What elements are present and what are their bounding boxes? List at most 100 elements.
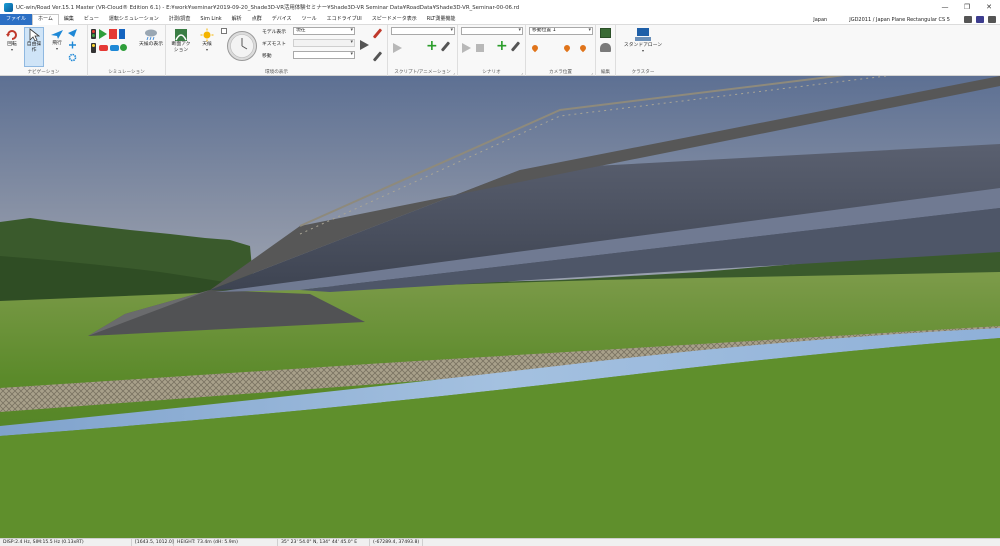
settings-icon[interactable] bbox=[988, 16, 996, 23]
scenario-combo[interactable] bbox=[461, 27, 523, 35]
menu-sim-link[interactable]: Sim Link bbox=[195, 14, 226, 25]
add-location-pin-icon[interactable] bbox=[562, 43, 572, 53]
menu-tools[interactable]: ツール bbox=[297, 14, 322, 25]
app-logo-icon bbox=[4, 2, 13, 12]
rotate-button[interactable]: 回転 ▾ bbox=[3, 28, 21, 52]
move-combo[interactable] bbox=[293, 51, 355, 59]
group-script-animation: + スクリプト/アニメーション ⌟ bbox=[388, 25, 458, 76]
play-icon[interactable] bbox=[360, 40, 369, 50]
menu-file[interactable]: ファイル bbox=[0, 13, 33, 25]
fly-button[interactable]: 飛行 ▾ bbox=[48, 28, 66, 51]
window-controls: — ❐ ✕ bbox=[934, 0, 1000, 14]
rain-cloud-icon bbox=[145, 29, 157, 41]
monitor-icon[interactable] bbox=[964, 16, 972, 23]
play-script-icon[interactable] bbox=[393, 43, 402, 53]
play-scenario-icon[interactable] bbox=[462, 43, 471, 53]
location-pin-icon[interactable] bbox=[530, 43, 540, 53]
pan-icon[interactable] bbox=[68, 41, 77, 49]
menu-measure[interactable]: 計測/調査 bbox=[164, 14, 196, 25]
group-label-edit: 編集 bbox=[600, 70, 611, 75]
gear-icon[interactable] bbox=[68, 53, 77, 62]
scene-render bbox=[0, 76, 1000, 538]
clock-icon[interactable] bbox=[226, 30, 258, 62]
play-icon[interactable] bbox=[99, 29, 107, 39]
weather-display-button[interactable]: 天候の表示 bbox=[138, 28, 164, 48]
close-button[interactable]: ✕ bbox=[978, 0, 1000, 14]
group-label-camera-position: カメラ位置 bbox=[549, 70, 572, 75]
menu-rlt-survey[interactable]: RLT測量機能 bbox=[422, 14, 461, 25]
dialog-launcher-icon[interactable]: ⌟ bbox=[591, 70, 593, 75]
minimize-button[interactable]: — bbox=[934, 0, 956, 14]
3d-viewport[interactable] bbox=[0, 76, 1000, 538]
record-icon[interactable] bbox=[109, 29, 117, 39]
menu-device[interactable]: デバイス bbox=[267, 14, 297, 25]
gizmo-combo[interactable] bbox=[293, 39, 355, 47]
group-cluster: スタンドアローン ▾ クラスター bbox=[616, 25, 670, 76]
app-window: UC-win/Road Ver.15.1 Master (VR-Cloud® E… bbox=[0, 0, 1000, 546]
flag-icon[interactable] bbox=[119, 29, 125, 39]
cursor-icon bbox=[29, 28, 40, 42]
model-display-label: モデル表示 bbox=[262, 30, 286, 35]
menu-view[interactable]: ビュー bbox=[79, 14, 104, 25]
weather-button[interactable]: 天候 ▾ bbox=[197, 28, 217, 52]
computer-network-icon bbox=[635, 28, 651, 41]
group-simulation: 天候の表示 シミュレーション bbox=[88, 25, 166, 76]
bus-icon[interactable] bbox=[110, 45, 119, 51]
group-label-scenario: シナリオ bbox=[482, 70, 501, 75]
status-height: HEIGHT: 73.4m (dH: 5.9m) bbox=[174, 539, 278, 546]
group-navigation: 回転 ▾ 自由操作 飛行 ▾ ナビゲーション bbox=[0, 25, 88, 76]
add-script-icon[interactable]: + bbox=[426, 39, 438, 53]
edit-red-pencil-icon[interactable] bbox=[372, 28, 383, 39]
menu-bar: ファイル ホーム 編集 ビュー 運転シミュレーション 計測/調査 Sim Lin… bbox=[0, 13, 1000, 25]
model-display-combo[interactable]: 現在 bbox=[293, 27, 355, 35]
chevron-down-icon: ▾ bbox=[10, 47, 13, 52]
group-camera-position: 移動位置 1 カメラ位置 ⌟ bbox=[526, 25, 596, 76]
person-icon[interactable] bbox=[120, 44, 127, 51]
rotate-icon bbox=[6, 30, 17, 40]
menu-home[interactable]: ホーム bbox=[32, 13, 59, 25]
edit-script-icon[interactable] bbox=[440, 41, 451, 52]
dialog-launcher-icon[interactable]: ⌟ bbox=[521, 70, 523, 75]
edit-pencil-icon[interactable] bbox=[372, 51, 383, 62]
group-scenario: + シナリオ ⌟ bbox=[458, 25, 526, 76]
menu-analysis[interactable]: 解析 bbox=[227, 14, 247, 25]
chevron-down-icon: ▾ bbox=[55, 46, 58, 51]
free-operation-button[interactable]: 自由操作 bbox=[24, 27, 44, 67]
chevron-down-icon: ▾ bbox=[641, 48, 644, 53]
group-environment-display: 断面アクション 天候 ▾ モデル表示 現在 ギズモスト 移動 bbox=[166, 25, 388, 76]
signal-icon[interactable] bbox=[91, 43, 96, 53]
add-scenario-icon[interactable]: + bbox=[496, 39, 508, 53]
model-edit-icon[interactable] bbox=[600, 43, 611, 52]
title-bar: UC-win/Road Ver.15.1 Master (VR-Cloud® E… bbox=[0, 0, 1000, 14]
menu-point-cloud[interactable]: 点群 bbox=[247, 14, 267, 25]
remove-location-pin-icon[interactable] bbox=[578, 43, 588, 53]
script-combo[interactable] bbox=[391, 27, 455, 35]
status-frame-rate: DISP:2.4 Hz, SIM:15.5 Hz (0.13xRT) bbox=[0, 539, 132, 546]
status-screen-xy: [1643.5, 1012.0] bbox=[132, 539, 174, 546]
ribbon: 回転 ▾ 自由操作 飛行 ▾ ナビゲーション 天候の表示 シミュレーション 断面… bbox=[0, 25, 1000, 76]
menu-speedometer[interactable]: スピードメータ表示 bbox=[367, 14, 422, 25]
window-title: UC-win/Road Ver.15.1 Master (VR-Cloud® E… bbox=[16, 5, 520, 11]
terrain-edit-icon[interactable] bbox=[600, 28, 611, 38]
camera-position-combo[interactable]: 移動位置 1 bbox=[529, 27, 593, 35]
walk-icon[interactable] bbox=[68, 29, 77, 37]
menu-eco-drive[interactable]: エコドライブUI bbox=[322, 14, 367, 25]
stop-scenario-icon[interactable] bbox=[476, 44, 484, 52]
dialog-launcher-icon[interactable]: ⌟ bbox=[453, 70, 455, 75]
region-label: Japan bbox=[813, 16, 828, 23]
standalone-button[interactable]: スタンドアローン ▾ bbox=[620, 27, 666, 53]
menu-edit[interactable]: 編集 bbox=[59, 14, 79, 25]
maximize-button[interactable]: ❐ bbox=[956, 0, 978, 14]
cross-section-action-button[interactable]: 断面アクション bbox=[169, 28, 193, 54]
coord-system-label: JGD2011 / Japan Plane Rectangular CS 5 bbox=[849, 16, 950, 23]
status-bar: DISP:2.4 Hz, SIM:15.5 Hz (0.13xRT) [1643… bbox=[0, 538, 1000, 546]
edit-scenario-icon[interactable] bbox=[510, 41, 521, 52]
save-icon[interactable] bbox=[976, 16, 984, 23]
traffic-light-icon[interactable] bbox=[91, 29, 96, 39]
group-label-script-animation: スクリプト/アニメーション bbox=[394, 70, 451, 75]
menu-driving-sim[interactable]: 運転シミュレーション bbox=[104, 14, 164, 25]
status-latlon: 35° 23' 54.0" N, 134° 44' 45.0" E bbox=[278, 539, 370, 546]
airplane-icon bbox=[51, 30, 63, 39]
chevron-down-icon: ▾ bbox=[205, 47, 208, 52]
car-icon[interactable] bbox=[99, 45, 108, 51]
